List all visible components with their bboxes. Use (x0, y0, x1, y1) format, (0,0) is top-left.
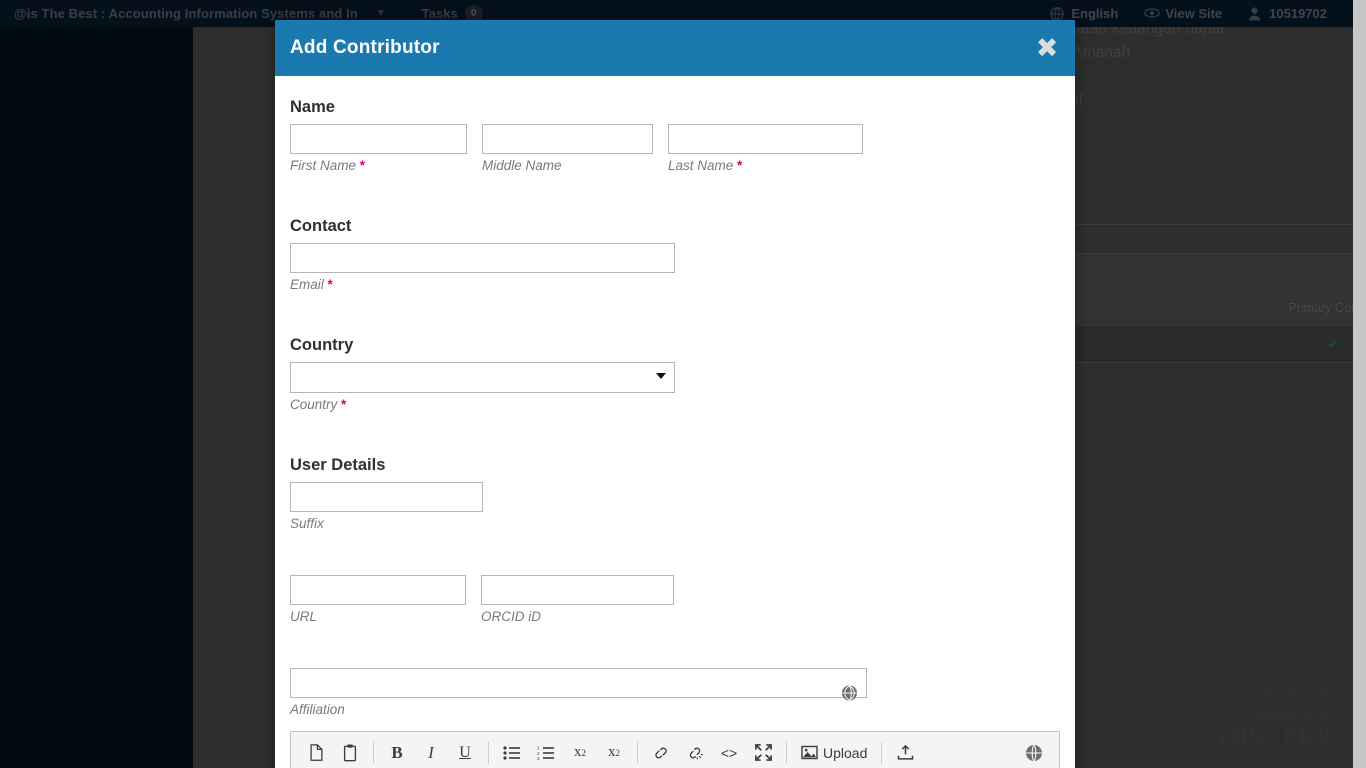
country-label: Country * (290, 397, 347, 412)
bio-editor: B I U 123 x2 x2 <> Upload (290, 731, 1060, 768)
country-section-heading: Country (290, 336, 354, 354)
editor-toolbar: B I U 123 x2 x2 <> Upload (291, 732, 1059, 768)
close-icon[interactable]: ✖ (1032, 33, 1062, 63)
email-field-group: Email * (290, 243, 675, 292)
url-input[interactable] (290, 575, 466, 605)
globe-icon (1050, 6, 1065, 21)
first-name-field-group: First Name * (290, 124, 467, 173)
first-name-input[interactable] (290, 124, 467, 154)
first-name-label: First Name * (290, 158, 366, 173)
footer-line-1: Platform & (1263, 687, 1331, 703)
required-asterisk: * (327, 277, 333, 292)
toolbar-separator (488, 741, 489, 764)
source-code-icon[interactable]: <> (712, 736, 746, 768)
middle-name-input[interactable] (482, 124, 653, 154)
name-fields-row: First Name * Middle Name Last Name * (290, 124, 1060, 183)
url-field-group: URL (290, 575, 466, 624)
page-scrollbar[interactable] (1353, 0, 1366, 768)
url-orcid-row: URL ORCID iD (290, 575, 1060, 634)
toolbar-separator (786, 741, 787, 764)
import-icon[interactable] (888, 736, 922, 768)
last-name-input[interactable] (668, 124, 863, 154)
topbar-right-group: English View Site 10519702 (1050, 6, 1353, 21)
footer-credit: Platform & workflow by OJS / PKP (1219, 685, 1332, 751)
col-role (1122, 295, 1270, 326)
journal-title[interactable]: @is The Best : Accounting Information Sy… (14, 6, 358, 21)
background-left-panel (0, 0, 193, 768)
upload-button[interactable]: Upload (793, 736, 875, 768)
name-section-heading: Name (290, 98, 335, 116)
language-switcher[interactable]: English (1050, 6, 1118, 21)
toolbar-separator (637, 741, 638, 764)
affiliation-field-group: Affiliation (290, 668, 867, 717)
footer-ojs-pkp: OJS / PKP (1219, 724, 1331, 751)
suffix-input[interactable] (290, 482, 483, 512)
country-field-group: Country * (290, 362, 675, 412)
cell-role (1122, 325, 1270, 362)
country-select[interactable] (290, 362, 675, 393)
affiliation-input[interactable] (290, 668, 867, 698)
required-asterisk: * (737, 158, 743, 173)
upload-label: Upload (823, 744, 868, 761)
last-name-label: Last Name * (668, 158, 743, 173)
copy-icon[interactable] (299, 736, 333, 768)
page-scrollbar-thumb[interactable] (1353, 0, 1366, 330)
view-site-label: View Site (1165, 6, 1223, 21)
language-label: English (1071, 6, 1119, 21)
modal-header: Add Contributor ✖ (275, 20, 1075, 76)
italic-icon[interactable]: I (414, 736, 448, 768)
middle-name-label: Middle Name (482, 158, 562, 173)
unlink-icon[interactable] (678, 736, 712, 768)
user-icon (1248, 7, 1262, 21)
globe-icon[interactable] (1017, 736, 1051, 768)
link-icon[interactable] (644, 736, 678, 768)
orcid-input[interactable] (481, 575, 674, 605)
user-menu[interactable]: 10519702 (1248, 6, 1327, 21)
middle-name-field-group: Middle Name (482, 124, 653, 173)
email-label: Email * (290, 277, 333, 292)
bullet-list-icon[interactable] (495, 736, 529, 768)
email-input[interactable] (290, 243, 675, 273)
country-select-wrapper (290, 362, 675, 393)
toolbar-separator (373, 741, 374, 764)
toolbar-separator (881, 741, 883, 764)
screen-root: keuangan dapat dikelola dengan baik. Ole… (0, 0, 1366, 768)
chevron-down-icon[interactable]: ▼ (376, 8, 386, 19)
suffix-label: Suffix (290, 516, 324, 531)
underline-icon[interactable]: U (448, 736, 482, 768)
bold-icon[interactable]: B (380, 736, 414, 768)
modal-title: Add Contributor (290, 37, 440, 58)
modal-body: Name First Name * Middle Name Last Name … (275, 76, 1075, 768)
fullscreen-icon[interactable] (746, 736, 780, 768)
check-icon: ✔ (1327, 336, 1340, 353)
eye-icon (1144, 7, 1161, 21)
username-label: 10519702 (1269, 6, 1327, 21)
suffix-field-group: Suffix (290, 482, 483, 531)
required-asterisk: * (359, 158, 366, 173)
numbered-list-icon[interactable]: 123 (529, 736, 563, 768)
url-label: URL (290, 609, 318, 624)
tasks-link[interactable]: Tasks (422, 6, 458, 21)
col-primary-contact: Primary Contact (1269, 295, 1366, 326)
view-site-link[interactable]: View Site (1144, 6, 1222, 21)
user-details-section-heading: User Details (290, 456, 386, 474)
globe-icon[interactable] (841, 684, 858, 701)
cell-primary-contact: ✔ (1269, 325, 1366, 362)
svg-text:3: 3 (537, 755, 540, 759)
add-contributor-modal: Add Contributor ✖ Name First Name * Midd… (275, 20, 1075, 768)
contact-section-heading: Contact (290, 217, 352, 235)
affiliation-label: Affiliation (290, 702, 345, 717)
subscript-icon[interactable]: x2 (597, 736, 631, 768)
orcid-label: ORCID iD (481, 609, 541, 624)
superscript-icon[interactable]: x2 (563, 736, 597, 768)
required-asterisk: * (341, 397, 347, 412)
orcid-field-group: ORCID iD (481, 575, 674, 624)
paste-icon[interactable] (333, 736, 367, 768)
last-name-field-group: Last Name * (668, 124, 863, 173)
